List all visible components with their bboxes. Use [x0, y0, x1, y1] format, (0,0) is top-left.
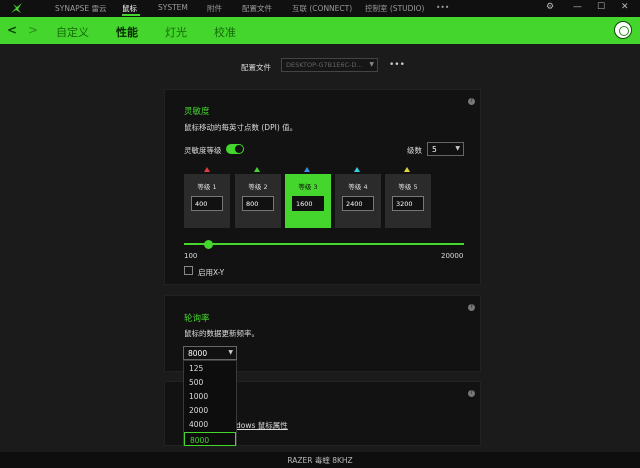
dpi-stage-input[interactable]: 3200 — [392, 196, 424, 211]
stage-2-indicator — [254, 167, 260, 172]
windows-mouse-properties-link[interactable]: dows 鼠标属性 — [236, 420, 288, 431]
polling-option-label: 125 — [189, 364, 204, 373]
nav-profiles[interactable]: 配置文件 — [242, 3, 272, 14]
levels-label: 级数 — [407, 146, 422, 155]
chevron-down-icon: ▼ — [228, 349, 233, 356]
tab-lighting[interactable]: 灯光 — [165, 24, 187, 40]
dpi-stage-input[interactable]: 2400 — [342, 196, 374, 211]
dpi-stage-label: 等级 5 — [398, 183, 418, 191]
dpi-stage-5[interactable]: 等级 5 3200 — [385, 174, 431, 228]
dpi-stage-2[interactable]: 等级 2 800 — [235, 174, 281, 228]
status-bar: RAZER 毒蝰 8KHZ — [0, 452, 640, 468]
dpi-stage-3[interactable]: 等级 3 1600 — [285, 174, 331, 228]
dpi-slider-handle[interactable] — [204, 240, 213, 249]
dpi-stage-value: 3200 — [396, 200, 413, 208]
title-bar: SYNAPSE 雷云 鼠标 SYSTEM 附件 配置文件 互联 (CONNECT… — [0, 0, 640, 17]
polling-dropdown-list: 125 500 1000 2000 4000 8000 — [183, 360, 237, 446]
minimize-icon[interactable]: — — [573, 2, 582, 12]
dpi-stage-label: 等级 3 — [298, 183, 318, 191]
nav-accessories[interactable]: 附件 — [207, 3, 222, 14]
nav-active-indicator — [122, 14, 140, 16]
dpi-slider-track[interactable] — [184, 243, 464, 245]
nav-more[interactable]: ••• — [436, 3, 449, 12]
nav-mouse[interactable]: 鼠标 — [122, 3, 137, 14]
dpi-stage-value: 1600 — [296, 200, 313, 208]
polling-select-value: 8000 — [188, 349, 208, 358]
polling-option-selected[interactable]: 8000 — [184, 432, 236, 446]
stage-1-indicator — [204, 167, 210, 172]
nav-synapse[interactable]: SYNAPSE 雷云 — [55, 3, 107, 14]
sensitivity-stages-label: 灵敏度等级 — [184, 146, 222, 155]
razer-logo-icon[interactable] — [10, 2, 23, 15]
chevron-down-icon: ▼ — [369, 61, 374, 68]
help-icon[interactable]: ? — [468, 98, 475, 105]
nav-studio[interactable]: 控制室 (STUDIO) — [365, 3, 424, 14]
polling-option-label: 500 — [189, 378, 204, 387]
dpi-stage-label: 等级 1 — [197, 183, 217, 191]
polling-option[interactable]: 125 — [184, 361, 236, 375]
enable-xy-checkbox[interactable] — [184, 266, 193, 275]
close-icon[interactable]: ✕ — [621, 2, 629, 12]
nav-system[interactable]: SYSTEM — [158, 3, 188, 12]
forward-arrow-icon[interactable]: > — [28, 23, 38, 37]
polling-option-label: 4000 — [189, 420, 209, 429]
dpi-stage-input[interactable]: 800 — [242, 196, 274, 211]
polling-option[interactable]: 4000 — [184, 417, 236, 431]
enable-xy-label: 启用X-Y — [198, 268, 225, 277]
dpi-slider-max: 20000 — [441, 252, 464, 260]
profile-more-icon[interactable]: ••• — [389, 60, 405, 70]
levels-select-value: 5 — [432, 145, 437, 154]
avatar[interactable] — [614, 21, 632, 39]
dpi-stage-label: 等级 2 — [248, 183, 268, 191]
sensitivity-title: 灵敏度 — [184, 107, 210, 117]
polling-title: 轮询率 — [184, 314, 210, 324]
nav-connect[interactable]: 互联 (CONNECT) — [292, 3, 352, 14]
subtab-bar: < > 自定义 性能 灯光 校准 — [0, 17, 640, 44]
chevron-down-icon: ▼ — [455, 145, 460, 152]
dpi-stage-value: 800 — [246, 200, 259, 208]
help-icon[interactable]: ? — [468, 390, 475, 397]
dpi-stage-value: 400 — [195, 200, 208, 208]
tab-customize[interactable]: 自定义 — [56, 24, 89, 40]
dpi-stage-input[interactable]: 1600 — [292, 196, 324, 211]
polling-option[interactable]: 500 — [184, 375, 236, 389]
settings-gear-icon[interactable]: ⚙ — [546, 2, 554, 12]
tab-calibration[interactable]: 校准 — [214, 24, 236, 40]
polling-option[interactable]: 2000 — [184, 403, 236, 417]
polling-select[interactable]: 8000 ▼ — [183, 346, 237, 360]
sensitivity-stages-toggle[interactable] — [226, 144, 244, 154]
dpi-stage-1[interactable]: 等级 1 400 — [184, 174, 230, 228]
sensitivity-description: 鼠标移动的每英寸点数 (DPI) 值。 — [184, 123, 298, 132]
polling-option[interactable]: 1000 — [184, 389, 236, 403]
polling-option-label: 1000 — [189, 392, 209, 401]
dpi-stage-input[interactable]: 400 — [191, 196, 223, 211]
stage-4-indicator — [354, 167, 360, 172]
device-name: RAZER 毒蝰 8KHZ — [287, 456, 353, 465]
stage-3-indicator — [304, 167, 310, 172]
profile-select[interactable]: DESKTOP-G7B1E6C-D... ▼ — [281, 58, 378, 72]
profile-label: 配置文件 — [241, 63, 271, 72]
back-arrow-icon[interactable]: < — [7, 23, 17, 37]
profile-select-value: DESKTOP-G7B1E6C-D... — [286, 61, 363, 69]
dpi-stage-value: 2400 — [346, 200, 363, 208]
polling-description: 鼠标的数据更新频率。 — [184, 329, 259, 338]
stage-5-indicator — [404, 167, 410, 172]
tab-performance[interactable]: 性能 — [116, 24, 138, 40]
dpi-stage-label: 等级 4 — [348, 183, 368, 191]
polling-option-label: 8000 — [190, 436, 210, 445]
maximize-icon[interactable]: ☐ — [597, 2, 605, 12]
help-icon[interactable]: ? — [468, 304, 475, 311]
polling-option-label: 2000 — [189, 406, 209, 415]
dpi-slider-min: 100 — [184, 252, 198, 260]
dpi-stage-4[interactable]: 等级 4 2400 — [335, 174, 381, 228]
levels-select[interactable]: 5 ▼ — [427, 142, 464, 156]
